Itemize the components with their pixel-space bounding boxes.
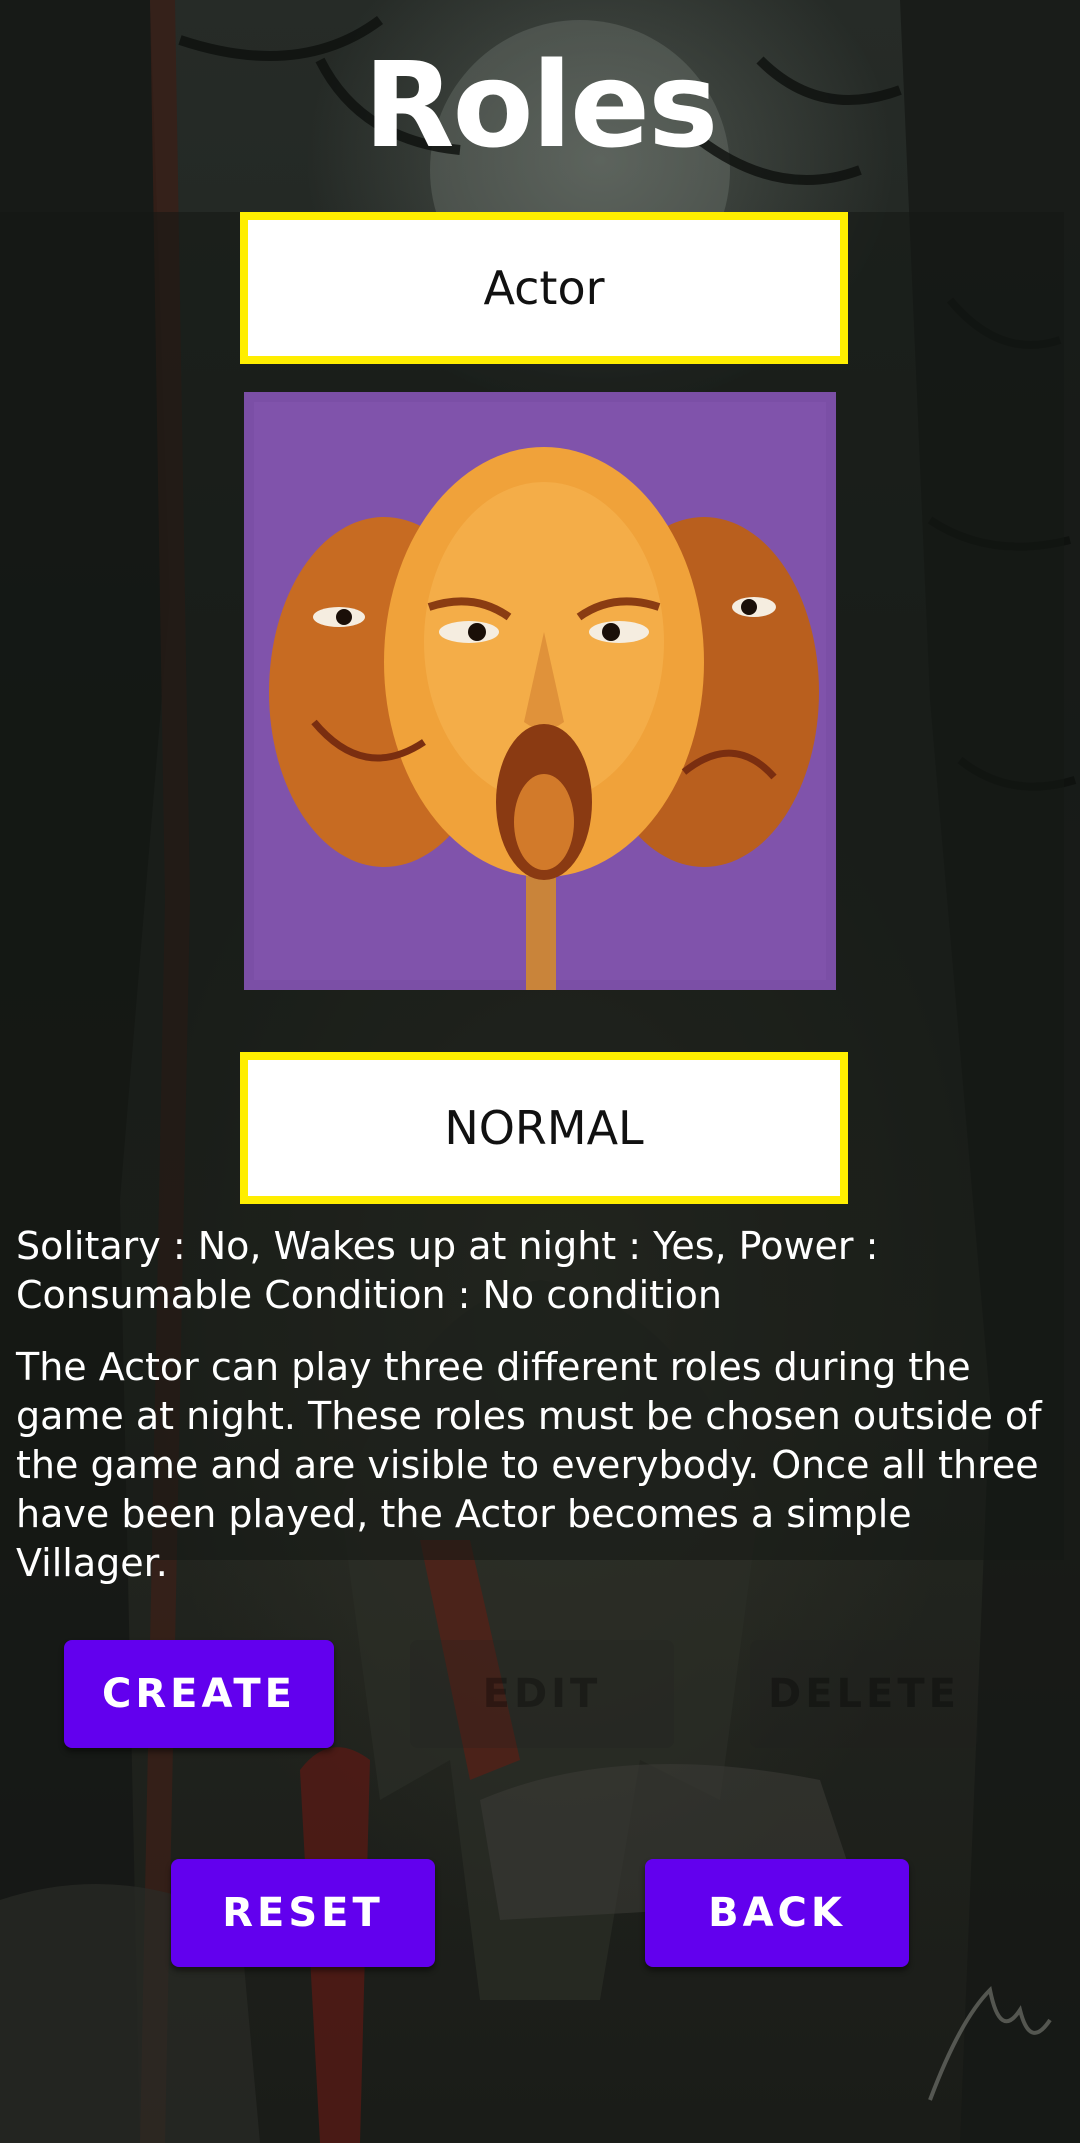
role-name-field[interactable]: Actor bbox=[240, 212, 848, 364]
role-type-field[interactable]: NORMAL bbox=[240, 1052, 848, 1204]
role-stats-text: Solitary : No, Wakes up at night : Yes, … bbox=[16, 1224, 879, 1317]
three-faced-actor-mask-icon bbox=[244, 392, 836, 990]
role-image bbox=[244, 392, 836, 990]
create-button[interactable]: CREATE bbox=[64, 1640, 334, 1748]
back-button[interactable]: BACK bbox=[645, 1859, 909, 1967]
role-description-text: The Actor can play three different roles… bbox=[16, 1345, 1042, 1585]
page-title: Roles bbox=[363, 36, 719, 174]
edit-button[interactable]: EDIT bbox=[410, 1640, 674, 1748]
delete-button[interactable]: DELETE bbox=[750, 1640, 978, 1748]
reset-button[interactable]: RESET bbox=[171, 1859, 435, 1967]
